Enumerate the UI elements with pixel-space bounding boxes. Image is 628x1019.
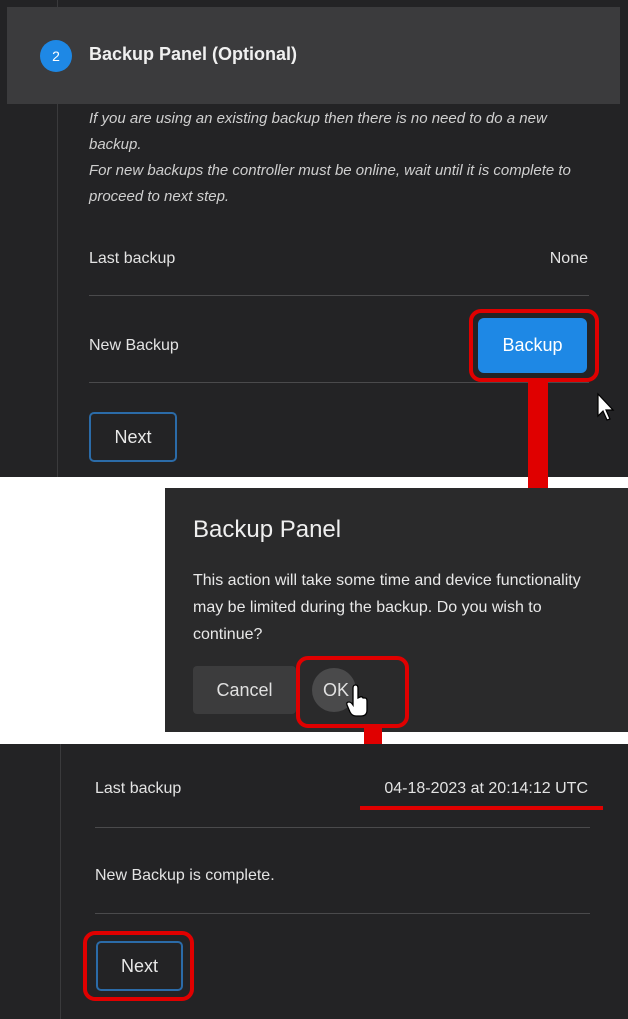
last-backup-underline bbox=[360, 806, 603, 810]
dialog-message: This action will take some time and devi… bbox=[193, 572, 581, 643]
cancel-button[interactable]: Cancel bbox=[193, 666, 296, 714]
row-divider bbox=[95, 913, 590, 914]
row-divider bbox=[95, 827, 590, 828]
row-divider bbox=[89, 295, 589, 296]
next-button-highlight bbox=[83, 931, 194, 1001]
step-rail bbox=[60, 744, 61, 1019]
last-backup-value: 04-18-2023 at 20:14:12 UTC bbox=[384, 780, 588, 797]
last-backup-label: Last backup bbox=[89, 250, 176, 267]
step-number-badge: 2 bbox=[40, 40, 72, 72]
description-line-2: For new backups the controller must be o… bbox=[89, 162, 571, 205]
mouse-pointer-icon bbox=[597, 392, 615, 421]
description-line-1: If you are using an existing backup then… bbox=[89, 110, 547, 153]
step-title: Backup Panel (Optional) bbox=[89, 44, 298, 64]
next-button[interactable]: Next bbox=[89, 412, 177, 462]
step-description: If you are using an existing backup then… bbox=[89, 106, 599, 210]
dialog-title: Backup Panel bbox=[193, 516, 342, 543]
last-backup-label: Last backup bbox=[95, 780, 182, 797]
backup-confirm-dialog: Backup Panel This action will take some … bbox=[165, 488, 628, 732]
backup-button-highlight bbox=[469, 309, 599, 382]
new-backup-label: New Backup bbox=[89, 337, 179, 354]
backup-result-panel: Last backup 04-18-2023 at 20:14:12 UTC N… bbox=[0, 744, 628, 1019]
backup-status-message: New Backup is complete. bbox=[95, 867, 275, 884]
last-backup-value: None bbox=[549, 250, 588, 267]
hand-cursor-icon bbox=[346, 684, 368, 717]
